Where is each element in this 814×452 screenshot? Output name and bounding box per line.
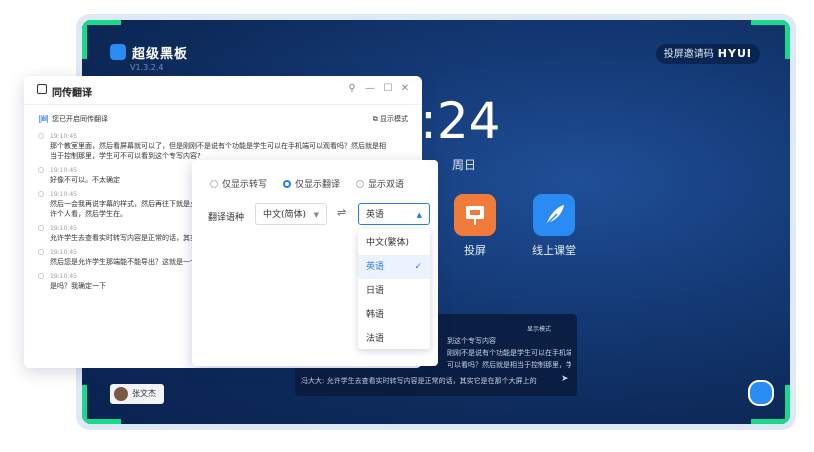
clock: :24 — [420, 92, 501, 150]
mini-line: 可以看吗？然后就是相当于控制那里，学生可不可以看到这个专写内容？ — [447, 361, 571, 369]
mini-line: 刚刚不是说有个功能是学生可以在手机端 — [447, 349, 571, 357]
message-text: 好像不可以。不太确定 — [50, 176, 120, 184]
list-item: 19:10:45 然后一会我再说字幕的样式，然后再往下就是允许个人看，然后学生在… — [38, 190, 198, 219]
pin-icon[interactable]: ⚲ — [346, 83, 358, 95]
lang-label: 翻译语种 — [208, 213, 245, 223]
language-option[interactable]: 日语 — [358, 279, 430, 303]
display-mode-label: 显示模式 — [380, 115, 408, 123]
swap-icon[interactable]: ⇌ — [337, 206, 346, 219]
feather-icon[interactable] — [748, 380, 774, 406]
message-time: 19:10:45 — [50, 225, 77, 232]
dot-icon — [38, 167, 44, 173]
language-option[interactable]: 韩语 — [358, 303, 430, 327]
dot-icon — [38, 273, 44, 279]
dot-icon — [38, 191, 44, 197]
display-mode-button[interactable]: ⧉ 显示模式 — [373, 114, 408, 124]
app-version: V1.3.2.4 — [130, 63, 164, 72]
message-list: 19:10:45 那个教室里面，然后看屏幕就可以了，但是刚刚不是说有个功能是学生… — [38, 132, 386, 296]
translate-icon — [37, 84, 47, 94]
message-time: 19:10:45 — [50, 133, 77, 140]
message-time: 19:10:45 — [50, 249, 77, 256]
panel-title: 同传翻译 — [52, 88, 92, 99]
display-mode-icon: ⧉ — [372, 115, 380, 123]
message-text: 那个教室里面，然后看屏幕就可以了，但是刚刚不是说有个功能是学生可以在手机端可以观… — [50, 142, 386, 160]
close-icon[interactable]: ✕ — [399, 83, 411, 95]
list-item: 19:10:45 是吗？我确定一下 — [38, 272, 198, 291]
minimize-icon[interactable]: — — [364, 83, 376, 95]
target-language-value: 英语 — [366, 210, 385, 220]
online-class-label: 线上课堂 — [532, 244, 576, 257]
message-time: 19:10:45 — [50, 273, 77, 280]
radio-icon — [356, 180, 364, 188]
dot-icon — [38, 249, 44, 255]
projector-icon — [466, 206, 484, 225]
list-item: 19:10:45 好像不可以。不太确定 — [38, 166, 198, 185]
panel-header: 同传翻译 ⚲ — ☐ ✕ — [24, 76, 422, 105]
mode-label: 显示双语 — [368, 180, 405, 190]
language-dropdown-menu: 中文(繁体) 英语 ✓ 日语 韩语 法语 — [358, 229, 430, 349]
cast-code: HYUI — [717, 47, 752, 60]
language-option[interactable]: 法语 — [358, 327, 430, 351]
mini-line: 到这个专写内容 — [447, 337, 496, 345]
source-language-value: 中文(简体) — [263, 210, 307, 220]
source-language-select[interactable]: 中文(简体) ▼ — [255, 203, 327, 225]
list-item: 19:10:45 然后您是允许学生那端能不能导出？这就是一个 — [38, 248, 198, 267]
cast-code-pill[interactable]: 投屏邀请码 HYUI — [655, 44, 760, 64]
app-logo-icon — [110, 44, 126, 60]
dot-icon — [38, 225, 44, 231]
user-name: 张文杰 — [132, 389, 156, 398]
send-icon[interactable]: ➤ — [561, 374, 569, 384]
message-text: 允许学生去查看实时转写内容是正常的话，其实 — [50, 234, 197, 242]
message-text: 是吗？我确定一下 — [50, 282, 106, 290]
projector-tile[interactable] — [454, 194, 496, 236]
list-item: 19:10:45 允许学生去查看实时转写内容是正常的话，其实 — [38, 224, 198, 243]
mini-mode: 显示模式 — [527, 326, 552, 333]
cast-code-label: 投屏邀请码 — [663, 49, 714, 60]
avatar — [114, 387, 128, 401]
mode-bilingual-radio[interactable]: 显示双语 — [356, 177, 404, 190]
option-label: 英语 — [366, 262, 385, 272]
projector-label: 投屏 — [464, 244, 486, 257]
maximize-icon[interactable]: ☐ — [382, 83, 394, 95]
online-class-tile[interactable] — [533, 194, 575, 236]
message-text: 然后一会我再说字幕的样式，然后再往下就是允许个人看，然后学生在。 — [50, 200, 197, 218]
weekday: 周日 — [452, 158, 477, 172]
message-text: 然后您是允许学生那端能不能导出？这就是一个 — [50, 258, 197, 266]
mode-label: 仅显示翻译 — [295, 180, 341, 190]
app-name: 超级黑板 — [132, 47, 189, 62]
mode-label: 仅显示转写 — [222, 180, 268, 190]
mini-line: 冯大大: 允许学生去查看实时转写内容是正常的话，其实它是在那个大屏上的 — [301, 377, 537, 385]
user-chip[interactable]: 张文杰 — [110, 384, 164, 404]
target-language-select[interactable]: 英语 ▲ — [358, 203, 430, 225]
message-time: 19:10:45 — [50, 167, 77, 174]
mode-transcribe-radio[interactable]: 仅显示转写 — [210, 177, 267, 190]
status-text: 您已开启同传翻译 — [51, 115, 108, 123]
interp-status: ||ılıl| 您已开启同传翻译 — [38, 114, 108, 124]
language-option[interactable]: 中文(繁体) — [358, 231, 430, 255]
mode-translate-radio[interactable]: 仅显示翻译 — [283, 177, 340, 190]
radio-icon — [283, 180, 291, 188]
audio-wave-icon: ||ılıl| — [38, 114, 49, 123]
chevron-down-icon: ▼ — [313, 211, 319, 219]
feather-icon — [545, 205, 564, 226]
dot-icon — [38, 133, 44, 139]
language-option-selected[interactable]: 英语 ✓ — [358, 255, 430, 279]
radio-icon — [210, 180, 218, 188]
check-icon: ✓ — [414, 262, 422, 272]
chevron-up-icon: ▲ — [416, 211, 422, 219]
message-time: 19:10:45 — [50, 191, 77, 198]
list-item: 19:10:45 那个教室里面，然后看屏幕就可以了，但是刚刚不是说有个功能是学生… — [38, 132, 386, 161]
